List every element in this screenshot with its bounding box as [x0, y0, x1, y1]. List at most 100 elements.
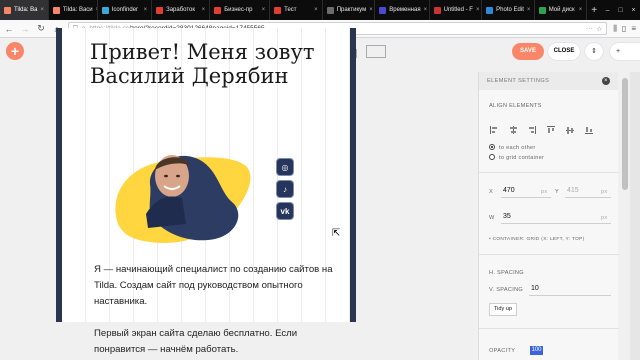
y-label: Y: [555, 189, 560, 195]
to-each-other-radio[interactable]: [489, 144, 495, 150]
tab-title: Практикум: [336, 7, 367, 13]
x-input[interactable]: 470: [503, 187, 515, 194]
browser-tab-bar: Tilda: Ва×Tilda: Васи×Iconfinder×Заработ…: [0, 0, 640, 20]
tab-favicon-icon: [379, 6, 387, 14]
tab-title: Тест: [284, 7, 297, 13]
close-window-icon[interactable]: ×: [627, 7, 640, 14]
browser-tab[interactable]: Tilda: Ва ×: [0, 0, 49, 20]
tab-title: Untitled - F: [443, 7, 473, 13]
more-icon[interactable]: ···: [586, 25, 593, 32]
headline-text[interactable]: Привет! Меня зовут Василий Дерябин: [90, 40, 320, 88]
browser-tab[interactable]: Photo Edit ×: [482, 0, 535, 20]
close-tab-icon[interactable]: ×: [369, 7, 373, 13]
opacity-input[interactable]: 100: [530, 346, 543, 355]
more-button[interactable]: ⇕: [585, 43, 603, 60]
tab-favicon-icon: [538, 6, 546, 14]
intro-paragraph[interactable]: Я — начинающий специалист по созданию са…: [94, 262, 344, 310]
align-top-icon[interactable]: [546, 122, 556, 133]
x-underline: [501, 197, 551, 198]
browser-tab[interactable]: Заработок ×: [152, 0, 211, 20]
menu-icon[interactable]: ≡: [631, 24, 636, 34]
browser-tab[interactable]: Тест ×: [270, 0, 323, 20]
align-bottom-icon[interactable]: [584, 122, 594, 134]
close-tab-icon[interactable]: ×: [314, 7, 318, 13]
align-left-icon[interactable]: [489, 122, 499, 134]
close-tab-icon[interactable]: ×: [424, 7, 428, 13]
tab-favicon-icon: [326, 6, 334, 14]
x-unit: px: [541, 189, 548, 195]
y-input[interactable]: 415: [567, 187, 579, 194]
panel-scrollbar[interactable]: [620, 72, 630, 360]
align-buttons: [489, 122, 594, 134]
instagram-icon[interactable]: ◎: [276, 158, 294, 176]
close-tab-icon[interactable]: ×: [202, 7, 206, 13]
tab-title: Tilda: Васи: [62, 7, 93, 13]
photo-blob[interactable]: [108, 154, 258, 250]
to-each-other-label: to each other: [499, 145, 536, 151]
desktop-wide-icon[interactable]: [366, 45, 386, 58]
reload-icon[interactable]: ↻: [36, 23, 46, 34]
tab-favicon-icon: [156, 6, 164, 14]
align-center-h-icon[interactable]: [508, 122, 518, 134]
tab-favicon-icon: [101, 6, 109, 14]
browser-tab[interactable]: Мой диск ×: [535, 0, 588, 20]
h-spacing-label: H. SPACING: [489, 270, 524, 276]
tab-title: Временная: [389, 7, 421, 13]
offer-paragraph[interactable]: Первый экран сайта сделаю бесплатно. Есл…: [94, 326, 344, 358]
page-scrollbar[interactable]: [630, 72, 640, 360]
close-panel-icon[interactable]: ×: [602, 77, 610, 85]
browser-tab[interactable]: Практикум ×: [323, 0, 376, 20]
scrollbar-thumb[interactable]: [622, 78, 628, 190]
tab-favicon-icon: [214, 6, 222, 14]
close-tab-icon[interactable]: ×: [579, 7, 583, 13]
tab-title: Iconfinder: [111, 7, 139, 13]
library-icon[interactable]: ⫼: [613, 24, 617, 34]
tab-title: Мой диск: [548, 7, 575, 13]
close-button[interactable]: CLOSE: [548, 43, 580, 60]
close-tab-icon[interactable]: ×: [144, 7, 148, 13]
browser-tab[interactable]: Iconfinder ×: [98, 0, 153, 20]
minimize-icon[interactable]: –: [601, 7, 614, 14]
tab-title: Заработок: [166, 7, 195, 13]
tab-favicon-icon: [274, 6, 282, 14]
align-right-icon[interactable]: [527, 122, 537, 134]
add-layer-button[interactable]: +: [610, 43, 640, 60]
maximize-icon[interactable]: □: [614, 7, 627, 14]
mouse-cursor-icon: ⇱: [332, 228, 341, 239]
close-tab-icon[interactable]: ×: [40, 7, 44, 13]
tiktok-icon[interactable]: ♪: [276, 180, 294, 198]
w-input[interactable]: 35: [503, 213, 511, 220]
new-tab-icon[interactable]: +: [587, 5, 601, 16]
divider: [479, 172, 619, 173]
browser-tab[interactable]: Untitled - F ×: [430, 0, 483, 20]
save-button[interactable]: SAVE: [512, 43, 544, 60]
divider: [479, 254, 619, 255]
tab-favicon-icon: [52, 6, 60, 14]
container-note: • CONTAINER: GRID (X: LEFT, Y: TOP): [489, 237, 585, 242]
v-spacing-input[interactable]: 10: [531, 285, 539, 292]
close-tab-icon[interactable]: ×: [476, 7, 480, 13]
back-icon[interactable]: ←: [4, 24, 14, 34]
tidy-up-button[interactable]: Tidy up: [489, 303, 517, 316]
forward-icon[interactable]: →: [20, 24, 30, 34]
to-grid-container-radio[interactable]: [489, 154, 495, 160]
close-tab-icon[interactable]: ×: [262, 7, 266, 13]
element-settings-panel: ELEMENT SETTINGS × ALIGN ELEMENTS to eac…: [478, 72, 619, 360]
browser-tab[interactable]: Tilda: Васи×: [49, 0, 98, 20]
bookmark-icon[interactable]: ☆: [596, 25, 602, 33]
sidebar-icon[interactable]: ▯: [622, 24, 626, 34]
close-tab-icon[interactable]: ×: [527, 7, 531, 13]
y-unit: px: [601, 189, 608, 195]
to-grid-container-label: to grid container: [499, 155, 545, 161]
opacity-label: OPACITY: [489, 348, 516, 354]
add-element-button[interactable]: +: [6, 42, 24, 60]
tab-title: Tilda: Ва: [14, 7, 38, 13]
browser-tab[interactable]: Временная ×: [375, 0, 430, 20]
v-spacing-label: V. SPACING: [489, 287, 524, 293]
v-spacing-underline: [529, 295, 611, 296]
browser-tab[interactable]: Бизнес-пр ×: [210, 0, 271, 20]
tab-title: Photo Edit: [496, 7, 524, 13]
align-elements-label: ALIGN ELEMENTS: [489, 103, 542, 109]
align-center-v-icon[interactable]: [565, 122, 575, 134]
vk-icon[interactable]: vk: [276, 202, 294, 220]
